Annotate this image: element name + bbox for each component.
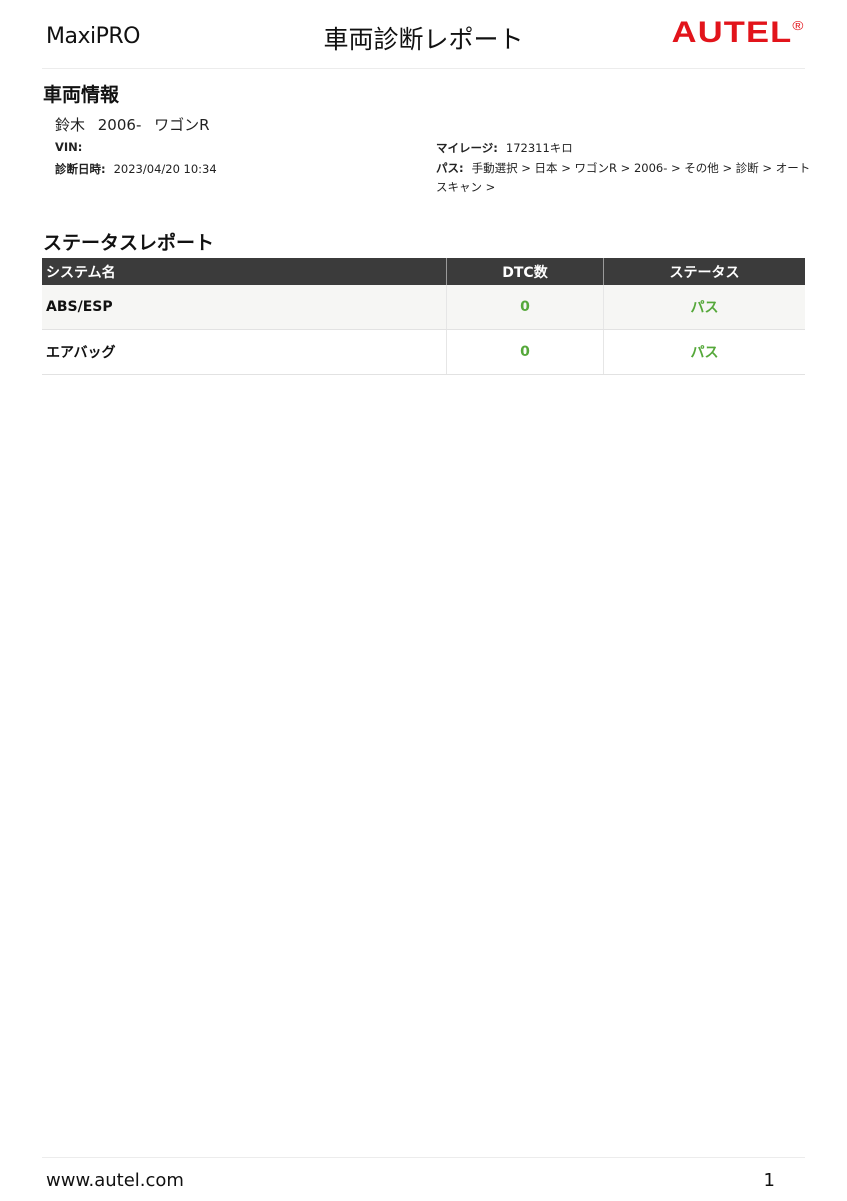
autel-logo: AUTEL® xyxy=(672,16,805,50)
registered-mark-icon: ® xyxy=(792,18,805,33)
mileage-label: マイレージ: xyxy=(436,141,498,155)
path-row: パス: 手動選択 > 日本 > ワゴンR > 2006- > その他 > 診断 >… xyxy=(436,159,811,197)
vehicle-name: 鈴木 2006- ワゴンR xyxy=(55,116,210,134)
logo-text: AUTEL xyxy=(672,16,793,49)
column-header-dtc: DTC数 xyxy=(446,258,604,285)
column-header-status: ステータス xyxy=(603,258,805,285)
page-number: 1 xyxy=(763,1170,775,1191)
system-name-cell: ABS/ESP xyxy=(42,285,447,330)
status-cell: パス xyxy=(603,285,805,330)
report-footer: www.autel.com 1 xyxy=(42,1157,805,1201)
date-label: 診断日時: xyxy=(55,162,106,176)
vin-row: VIN: xyxy=(55,140,90,154)
vin-label: VIN: xyxy=(55,140,83,154)
date-row: 診断日時: 2023/04/20 10:34 xyxy=(55,161,217,177)
report-header: MaxiPRO 車両診断レポート AUTEL® xyxy=(42,0,805,69)
dtc-count-cell: 0 xyxy=(446,329,604,375)
table-header-row: システム名 DTC数 ステータス xyxy=(42,258,805,285)
path-label: パス: xyxy=(436,161,464,175)
column-header-system: システム名 xyxy=(42,258,447,285)
system-name-cell: エアバッグ xyxy=(42,329,447,375)
status-report-title: ステータスレポート xyxy=(43,232,215,254)
mileage-value: 172311キロ xyxy=(505,141,573,155)
table-row: ABS/ESP 0 パス xyxy=(42,285,805,330)
date-value: 2023/04/20 10:34 xyxy=(113,162,217,176)
path-value: 手動選択 > 日本 > ワゴンR > 2006- > その他 > 診断 > オー… xyxy=(436,161,811,194)
footer-url: www.autel.com xyxy=(46,1170,184,1191)
mileage-row: マイレージ: 172311キロ xyxy=(436,140,573,156)
status-cell: パス xyxy=(603,329,805,375)
status-table: システム名 DTC数 ステータス ABS/ESP 0 パス エアバッグ 0 パス xyxy=(42,258,805,375)
vehicle-info-title: 車両情報 xyxy=(43,84,120,106)
dtc-count-cell: 0 xyxy=(446,285,604,330)
table-row: エアバッグ 0 パス xyxy=(42,329,805,375)
